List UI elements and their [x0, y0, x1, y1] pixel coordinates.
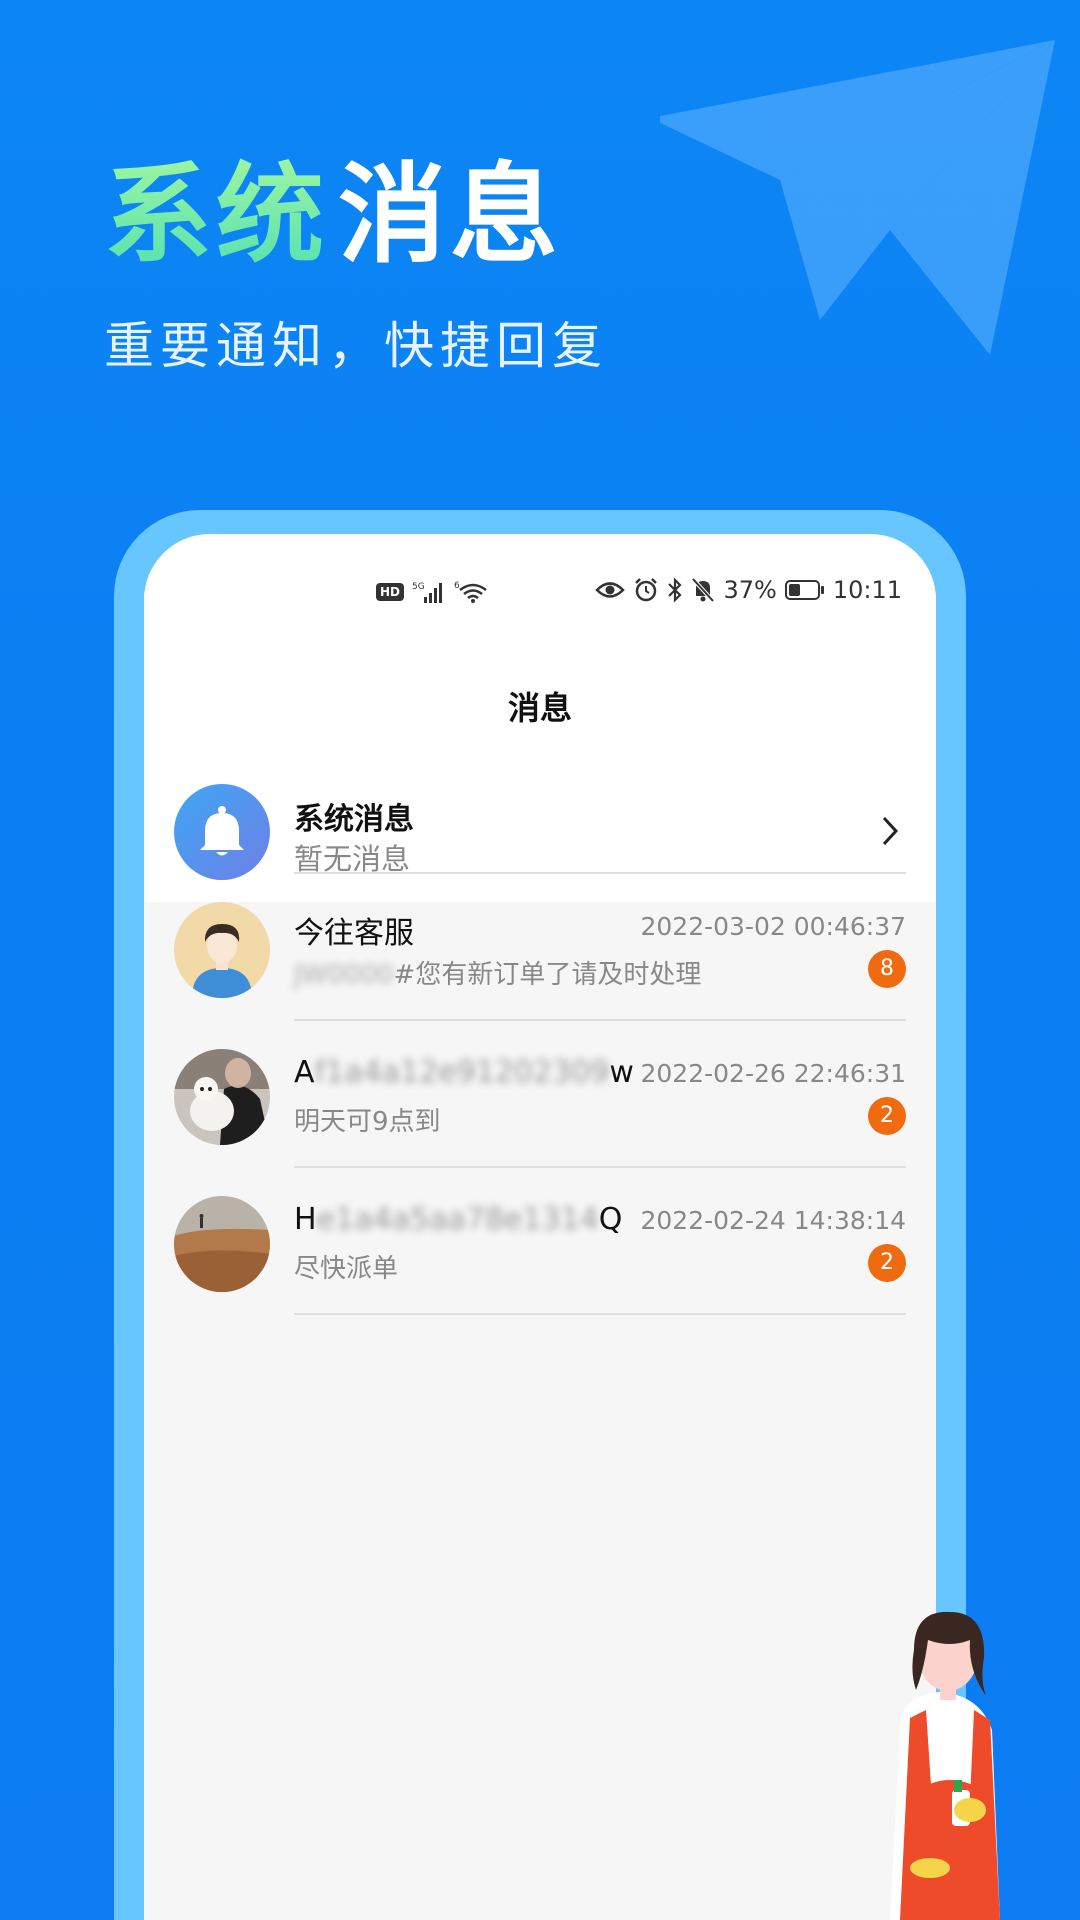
avatar-cartoon-boy [174, 902, 270, 998]
message-name: 今往客服 [294, 908, 414, 952]
signal-icon: 5G [412, 582, 443, 603]
message-name-prefix: 今往客服 [294, 916, 414, 951]
message-time: 2022-03-02 00:46:37 [640, 912, 906, 941]
system-message-title: 系统消息 [294, 802, 414, 837]
page-title: 消息 [507, 689, 572, 727]
message-preview-blurred: JW0000 [294, 960, 394, 990]
eye-icon [595, 582, 626, 598]
message-time: 2022-02-24 14:38:14 [640, 1206, 906, 1235]
message-row[interactable]: Af1a4a12e91202309w 2022-02-26 22:46:31 明… [144, 1021, 936, 1168]
message-name-blurred: f1a4a12e91202309 [314, 1055, 610, 1090]
message-name-prefix: A [294, 1055, 315, 1090]
banner-title: 系统消息 [104, 162, 562, 270]
message-row[interactable]: He1a4a5aa78e1314Q 2022-02-24 14:38:14 尽快… [144, 1168, 936, 1315]
message-name: Af1a4a12e91202309w [294, 1055, 634, 1090]
hd-badge: HD [376, 583, 405, 601]
avatar-photo-landscape [174, 1196, 270, 1292]
unread-badge: 8 [868, 950, 906, 988]
battery-icon [784, 580, 824, 600]
alarm-icon [635, 578, 658, 602]
message-name: He1a4a5aa78e1314Q [294, 1202, 622, 1237]
message-time: 2022-02-26 22:46:31 [640, 1059, 906, 1088]
nav-bar: 消息 [144, 652, 936, 764]
message-preview-text: #您有新订单了请及时处理 [393, 960, 702, 990]
message-name-suffix: w [609, 1055, 634, 1090]
avatar [174, 1196, 270, 1292]
status-bar: HD 5G 6 37% 10:11 [144, 534, 936, 652]
message-preview: 尽快派单 [294, 1248, 398, 1285]
wifi-icon: 6 [454, 581, 487, 603]
message-name-blurred: e1a4a5aa78e1314 [316, 1202, 599, 1237]
banner-title-rest: 消息 [338, 153, 563, 278]
message-preview: 明天可9点到 [294, 1101, 441, 1138]
message-name-prefix: H [294, 1202, 317, 1237]
banner-subtitle: 重要通知，快捷回复 [104, 317, 608, 375]
status-time: 10:11 [832, 576, 902, 604]
unread-badge: 2 [868, 1244, 906, 1282]
avatar [174, 1049, 270, 1145]
unread-badge: 2 [868, 1097, 906, 1135]
cleaner-mascot-illustration [890, 1611, 1000, 1920]
paper-plane-icon [660, 40, 1055, 355]
status-bar-right: 37% 10:11 [595, 576, 902, 604]
message-preview-text: 尽快派单 [294, 1254, 399, 1284]
bluetooth-icon [668, 577, 683, 603]
battery-percent: 37% [723, 576, 777, 604]
avatar [174, 902, 270, 998]
wifi-label: 6 [454, 581, 460, 591]
message-name-suffix: Q [598, 1202, 623, 1237]
message-preview: JW0000#您有新订单了请及时处理 [294, 954, 701, 991]
avatar-photo-dog [174, 1049, 270, 1145]
mute-bell-icon [692, 577, 715, 603]
chevron-right-icon [882, 816, 899, 846]
message-preview-text: 明天可9点到 [294, 1107, 441, 1137]
status-bar-left: HD 5G 6 [376, 580, 488, 604]
banner-title-highlight: 系统 [104, 153, 329, 278]
phone-screen: HD 5G 6 37% 10:11 消息 系统消息 暂无消息 今往客服 2022… [144, 534, 936, 1920]
bell-icon [200, 806, 244, 856]
signal-label: 5G [412, 582, 425, 592]
divider [294, 1313, 906, 1315]
system-message-avatar [174, 784, 270, 880]
message-row[interactable]: 今往客服 2022-03-02 00:46:37 JW0000#您有新订单了请及… [144, 874, 936, 1021]
